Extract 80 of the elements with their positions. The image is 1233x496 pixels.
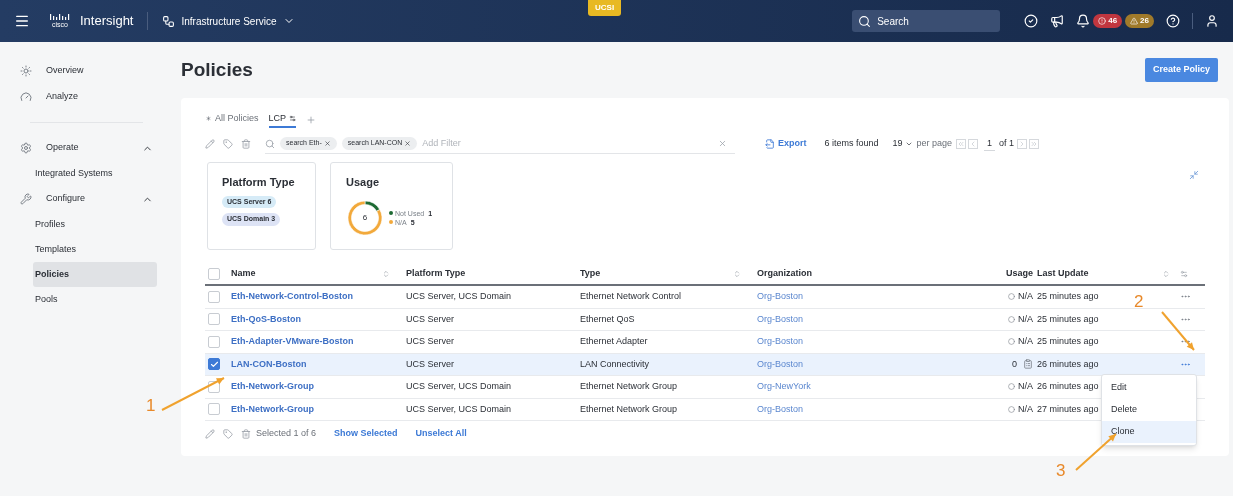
items-found: 6 items found [824,137,879,151]
table-cell-text: 25 minutes ago [1037,290,1099,303]
page-count: of 1 [999,137,1015,151]
table-cell-text: Ethernet Network Control [580,290,682,303]
policy-name-link[interactable]: Eth-Network-Group [231,402,314,416]
policy-name-link[interactable]: Eth-Adapter-VMware-Boston [231,335,354,349]
column-header[interactable]: Usage [967,267,1037,281]
sidebar-item[interactable]: Integrated Systems [33,161,157,186]
annotation-number: 3 [1056,462,1066,479]
policy-name-link[interactable]: Eth-Network-Control-Boston [231,290,353,304]
table-cell: 26 minutes ago [1037,357,1099,371]
table-cell-text: 26 minutes ago [1037,380,1099,393]
per-page-select[interactable]: 19 [892,137,913,151]
policy-name-link[interactable]: Eth-QoS-Boston [231,312,301,326]
column-header[interactable]: Name [231,267,256,281]
page-title: Policies [181,57,253,82]
sidebar-item[interactable]: Operate [12,135,161,161]
usage-value: N/A [1018,402,1033,416]
table-cell-text: UCS Server, UCS Domain [406,380,512,393]
create-policy-button[interactable]: Create Policy [1144,58,1218,82]
table-cell: 25 minutes ago [1037,312,1099,326]
table-cell-text: Ethernet Network Group [580,380,678,393]
sidebar-item[interactable]: Templates [33,237,157,262]
column-header[interactable]: Last Update [1037,267,1089,281]
menu-item[interactable]: Delete [1102,399,1196,421]
show-selected-link[interactable]: Show Selected [334,427,398,441]
table-cell: LAN Connectivity [580,357,650,371]
export-button[interactable]: Export [765,137,807,151]
usage-value: N/A [1018,312,1033,326]
per-page-label: per page [916,137,953,151]
table-cell: Ethernet QoS [580,312,635,326]
table-cell: 27 minutes ago [1037,402,1099,416]
menu-item[interactable]: Clone [1102,421,1196,443]
page-number-field[interactable]: 1 [984,136,996,152]
sidebar-item[interactable]: Analyze [12,84,161,110]
selection-count: Selected 1 of 6 [256,427,317,441]
organization-link[interactable]: Org-Boston [757,335,804,349]
policy-name-link[interactable]: Eth-Network-Group [231,380,314,394]
table-cell: Ethernet Network Group [580,402,678,416]
table-cell-text: Ethernet Adapter [580,335,648,348]
table-cell-text: UCS Server, UCS Domain [406,290,512,303]
usage-value: N/A [1018,335,1033,348]
usage-total: 6 [362,211,368,224]
sidebar-item[interactable]: Pools [33,287,157,312]
sidebar-item[interactable]: Profiles [33,212,157,237]
table-row[interactable]: LAN-CON-Boston UCS Server LAN Connectivity Org-Boston 0 26 minutes ago [205,353,1205,376]
usage-value: N/A [1018,290,1033,303]
view-tab[interactable]: LCP [268,111,297,129]
column-header[interactable]: Platform Type [406,267,580,281]
search-field[interactable]: Search [877,13,988,29]
unselect-all-link[interactable]: Unselect All [415,427,467,441]
add-filter-input[interactable]: Add Filter [422,136,713,151]
annotation-number: 1 [146,397,156,414]
policy-name-link[interactable]: LAN-CON-Boston [231,357,307,371]
usage-value: 0 [1012,357,1017,371]
organization-link[interactable]: Org-Boston [757,312,804,326]
alert-count-badge[interactable]: 46 [1093,14,1123,28]
usage-value: N/A [1018,380,1033,393]
organization-link[interactable]: Org-Boston [757,290,804,304]
column-header[interactable]: Type [580,267,601,281]
table-cell: UCS Server, UCS Domain [406,402,512,416]
sidebar-item[interactable]: Overview [12,58,161,84]
organization-link[interactable]: Org-NewYork [757,380,811,394]
summary-title: Platform Type [222,175,296,190]
search-bar[interactable]: Search [852,10,1001,32]
product-name: Intersight [80,12,134,31]
service-selector[interactable]: Infrastructure Service [162,13,295,29]
annotation-number: 2 [1134,293,1144,310]
table-cell: UCS Server [406,312,454,326]
alert-count-badge[interactable]: 26 [1125,14,1154,28]
summary-title: Usage [346,175,381,190]
sidebar-item[interactable]: Configure [12,186,161,212]
menu-item[interactable]: Edit [1102,377,1196,399]
view-tab[interactable]: All Policies [205,111,259,129]
organization-link[interactable]: Org-Boston [757,402,804,416]
table-cell-text: UCS Server [406,335,454,348]
table-cell-text: 25 minutes ago [1037,335,1099,348]
table-cell: UCS Server [406,357,454,371]
column-header[interactable]: Organization [757,267,967,281]
sidebar-item[interactable]: Policies [33,262,157,287]
